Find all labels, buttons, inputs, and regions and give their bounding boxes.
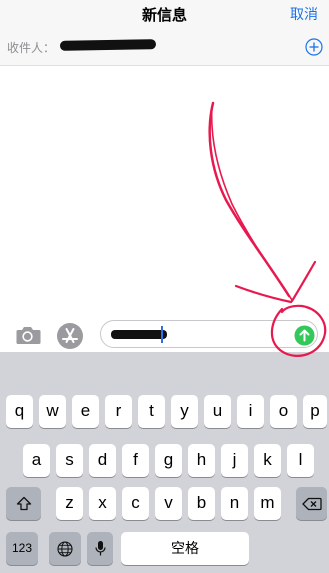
annotation-arrow-stroke-2 bbox=[210, 105, 293, 301]
text-cursor bbox=[161, 326, 163, 343]
cancel-button[interactable]: 取消 bbox=[290, 4, 318, 24]
key-t[interactable]: t bbox=[138, 395, 165, 428]
navigation-bar: 新信息 取消 bbox=[0, 0, 329, 29]
annotation-arrowhead-left bbox=[234, 284, 293, 304]
delete-key[interactable] bbox=[296, 487, 327, 520]
space-key[interactable]: 空格 bbox=[121, 532, 249, 565]
redacted-message-text bbox=[111, 330, 167, 339]
camera-icon[interactable] bbox=[14, 324, 41, 346]
key-m[interactable]: m bbox=[254, 487, 281, 520]
key-o[interactable]: o bbox=[270, 395, 297, 428]
key-p[interactable]: p bbox=[303, 395, 327, 428]
compose-bar bbox=[0, 318, 329, 352]
key-v[interactable]: v bbox=[155, 487, 182, 520]
key-s[interactable]: s bbox=[56, 444, 83, 477]
key-q[interactable]: q bbox=[6, 395, 33, 428]
key-h[interactable]: h bbox=[188, 444, 215, 477]
shift-icon bbox=[16, 496, 31, 511]
key-g[interactable]: g bbox=[155, 444, 182, 477]
key-u[interactable]: u bbox=[204, 395, 231, 428]
dictation-key[interactable] bbox=[87, 532, 113, 565]
shift-key[interactable] bbox=[6, 487, 41, 520]
app-store-icon[interactable] bbox=[56, 322, 84, 350]
page-title: 新信息 bbox=[141, 7, 187, 24]
key-k[interactable]: k bbox=[254, 444, 281, 477]
microphone-icon bbox=[94, 541, 106, 556]
key-x[interactable]: x bbox=[89, 487, 116, 520]
key-c[interactable]: c bbox=[122, 487, 149, 520]
key-y[interactable]: y bbox=[171, 395, 198, 428]
recipient-label: 收件人： bbox=[7, 41, 56, 55]
globe-icon bbox=[57, 540, 73, 557]
send-icon[interactable] bbox=[294, 325, 315, 346]
key-e[interactable]: e bbox=[72, 395, 99, 428]
key-b[interactable]: b bbox=[188, 487, 215, 520]
key-l[interactable]: l bbox=[287, 444, 314, 477]
redacted-recipient bbox=[59, 39, 157, 51]
key-z[interactable]: z bbox=[56, 487, 83, 520]
annotation-arrowhead-right bbox=[290, 260, 317, 303]
key-d[interactable]: d bbox=[89, 444, 116, 477]
key-f[interactable]: f bbox=[122, 444, 149, 477]
globe-key[interactable] bbox=[49, 532, 81, 565]
backspace-icon bbox=[301, 497, 322, 510]
add-contact-icon[interactable] bbox=[305, 38, 323, 56]
numbers-key[interactable]: 123 bbox=[6, 532, 38, 565]
keyboard: q w e r t y u i o p a s d f g h j k l z … bbox=[0, 352, 329, 573]
annotation-arrow bbox=[208, 101, 291, 298]
key-j[interactable]: j bbox=[221, 444, 248, 477]
message-input[interactable] bbox=[100, 320, 318, 348]
key-i[interactable]: i bbox=[237, 395, 264, 428]
recipient-row[interactable]: 收件人： bbox=[0, 29, 329, 66]
key-a[interactable]: a bbox=[23, 444, 50, 477]
key-r[interactable]: r bbox=[105, 395, 132, 428]
key-w[interactable]: w bbox=[39, 395, 66, 428]
key-n[interactable]: n bbox=[221, 487, 248, 520]
